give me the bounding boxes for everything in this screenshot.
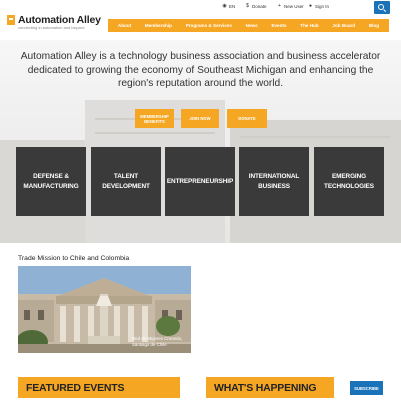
page: Automation Alley connecting in automatio… — [0, 0, 401, 401]
featured-events-heading: FEATURED EVENTS — [18, 377, 180, 398]
tile-entrepreneurship[interactable]: ENTREPRENEURSHIP — [165, 147, 235, 216]
plus-icon: + — [278, 3, 281, 9]
new-user-label: New User — [284, 4, 304, 9]
nav-events[interactable]: Events — [271, 23, 286, 28]
new-user-link[interactable]: + New User — [277, 3, 304, 10]
sign-in-label: Sign In — [315, 4, 330, 9]
whats-happening-heading: WHAT'S HAPPENING — [206, 377, 334, 398]
logo-mark-icon — [7, 15, 15, 25]
nav-news[interactable]: News — [246, 23, 258, 28]
tile-label: TALENT DEVELOPMENT — [102, 172, 150, 190]
nav-membership[interactable]: Membership — [145, 23, 172, 28]
photo-caption: Red de Mujeres Creando, Santiago de Chil… — [132, 336, 183, 347]
globe-icon: ◉ — [222, 3, 227, 9]
tile-defense-manufacturing[interactable]: DEFENSE & MANUFACTURING — [16, 147, 86, 216]
tile-label: INTERNATIONAL BUSINESS — [248, 172, 300, 190]
logo-tagline: connecting in automation and beyond — [18, 25, 85, 30]
subscribe-button[interactable]: SUBSCRIBE — [350, 381, 383, 395]
news-heading[interactable]: Trade Mission to Chile and Colombia — [18, 255, 129, 262]
person-icon: ● — [308, 3, 313, 9]
tile-label: ENTREPRENEURSHIP — [166, 177, 234, 185]
tile-label: DEFENSE & MANUFACTURING — [23, 172, 79, 190]
nav-the-hub[interactable]: The Hub — [300, 23, 318, 28]
tile-label: EMERGING TECHNOLOGIES — [324, 172, 374, 190]
nav-blog[interactable]: Blog — [369, 23, 379, 28]
language-link[interactable]: ◉ EN — [222, 3, 236, 10]
search-button[interactable] — [374, 1, 390, 14]
tile-international-business[interactable]: INTERNATIONAL BUSINESS — [239, 147, 309, 216]
main-nav: About Membership Programs & Services New… — [108, 19, 389, 32]
join-now-button[interactable]: JOIN NOW — [181, 109, 219, 128]
tile-talent-development[interactable]: TALENT DEVELOPMENT — [91, 147, 161, 216]
hero-headline: Automation Alley is a technology busines… — [20, 51, 381, 89]
donate-link[interactable]: $ Donate — [245, 3, 267, 10]
dollar-icon: $ — [246, 3, 249, 9]
building-window-row — [95, 132, 215, 134]
building-window-row — [240, 136, 390, 138]
nav-programs[interactable]: Programs & Services — [186, 23, 232, 28]
tile-emerging-technologies[interactable]: EMERGING TECHNOLOGIES — [314, 147, 384, 216]
site-header: Automation Alley connecting in automatio… — [0, 0, 401, 40]
search-icon — [378, 4, 384, 10]
site-logo[interactable]: Automation Alley connecting in automatio… — [7, 14, 105, 32]
hero-section: Automation Alley is a technology busines… — [0, 40, 401, 243]
donate-label: Donate — [252, 4, 267, 9]
membership-benefits-button[interactable]: MEMBERSHIP BENEFITS — [135, 109, 174, 128]
sign-in-link[interactable]: ● Sign In — [308, 3, 330, 10]
news-photo[interactable]: Red de Mujeres Creando, Santiago de Chil… — [18, 266, 191, 353]
nav-about[interactable]: About — [118, 23, 131, 28]
language-label: EN — [229, 4, 236, 9]
nav-job-board[interactable]: Job Board — [332, 23, 355, 28]
donate-button[interactable]: DONATE — [227, 109, 267, 128]
